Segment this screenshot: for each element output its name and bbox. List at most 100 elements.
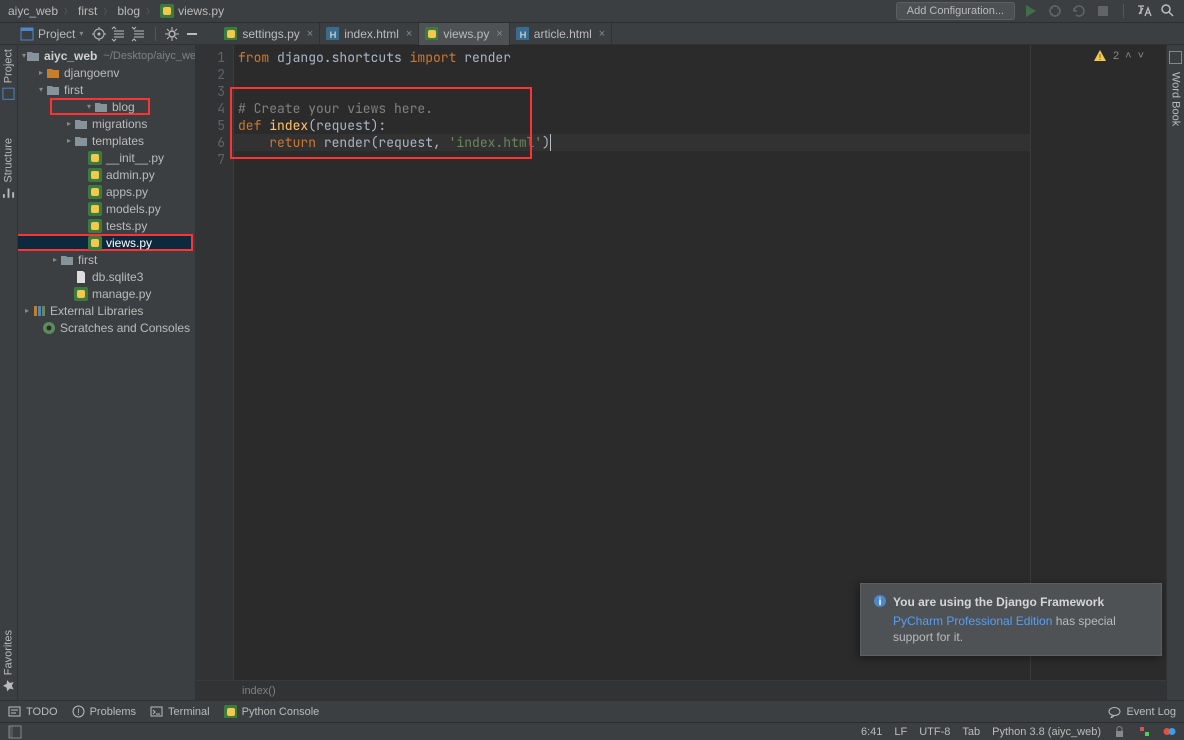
breadcrumb[interactable]: aiyc_web 〉 first 〉 blog 〉 views.py [8,4,892,18]
close-icon[interactable]: × [305,28,313,40]
line-ending[interactable]: LF [894,726,907,738]
close-icon[interactable]: × [494,28,502,40]
restart-icon[interactable] [1071,3,1087,19]
tree-apps[interactable]: • apps.py [18,183,195,200]
vtab-label: Favorites [3,630,15,675]
gutter: 1 2 3 4 5 6 7 [196,45,234,700]
inspection-indicator-icon[interactable] [1138,725,1151,738]
project-tool-tab[interactable]: Project [2,49,15,100]
todo-tool-button[interactable]: TODO [8,705,58,718]
tree-views[interactable]: • views.py [18,234,193,251]
database-tool-icon[interactable] [1169,51,1182,64]
tree-first2[interactable]: ▸ first [18,251,195,268]
encoding[interactable]: UTF-8 [919,726,950,738]
tree-manage[interactable]: • manage.py [18,285,195,302]
chevron-down-icon[interactable]: ▾ [36,85,46,94]
project-view-button[interactable]: Project ▾ [16,25,87,43]
tab-index-html[interactable]: index.html × [320,23,419,45]
python-file-icon [88,151,102,165]
stop-icon[interactable] [1095,3,1111,19]
chevron-right-icon[interactable]: ▸ [64,136,74,145]
code-line-current[interactable]: return render(request, 'index.html') [234,134,1030,151]
event-log-button[interactable]: Event Log [1108,705,1176,718]
hide-icon[interactable] [184,26,200,42]
code-line[interactable] [234,66,1030,83]
expand-all-icon[interactable] [111,26,127,42]
tree-hint: ~/Desktop/aiyc_we [103,50,196,62]
tree-first[interactable]: ▾ first [18,81,195,98]
tree-scratches[interactable]: • Scratches and Consoles [18,319,195,336]
chevron-up-icon[interactable]: ˄ [1125,50,1131,62]
tree-label: blog [112,100,135,114]
python-file-icon [88,202,102,216]
locate-icon[interactable] [91,26,107,42]
chevron-right-icon[interactable]: ▸ [64,119,74,128]
tree-label: tests.py [106,219,147,233]
tab-views-py[interactable]: views.py × [419,23,509,45]
close-icon[interactable]: × [597,28,605,40]
crumb-1[interactable]: first [78,4,97,18]
crumb-function[interactable]: index() [242,685,276,697]
translate-icon[interactable] [1136,3,1152,19]
inspection-widget[interactable]: 2 ˄ ˅ [1093,49,1144,63]
run-icon[interactable] [1023,3,1039,19]
python-interpreter[interactable]: Python 3.8 (aiyc_web) [992,726,1101,738]
project-tree[interactable]: ▾ aiyc_web ~/Desktop/aiyc_we ▸ djangoenv… [18,45,196,700]
tab-settings-py[interactable]: settings.py × [218,23,320,45]
tree-tests[interactable]: • tests.py [18,217,195,234]
tool-windows-icon[interactable] [8,725,22,739]
crumb-file[interactable]: views.py [160,4,224,18]
tab-article-html[interactable]: article.html × [510,23,612,45]
lock-icon[interactable] [1113,725,1126,738]
tree-label: apps.py [106,185,148,199]
framework-notification[interactable]: You are using the Django Framework PyCha… [860,583,1162,656]
search-icon[interactable] [1160,3,1176,19]
problems-tool-button[interactable]: ! Problems [72,705,136,718]
python-console-tool-button[interactable]: Python Console [224,705,320,718]
code-line[interactable] [234,83,1030,100]
tree-admin[interactable]: • admin.py [18,166,195,183]
editor-breadcrumb[interactable]: index() [196,680,1166,700]
folder-icon [46,66,60,80]
code-line[interactable] [234,151,1030,168]
pycharm-pro-link[interactable]: PyCharm Professional Edition [893,614,1052,628]
favorites-tool-tab[interactable]: Favorites [2,630,15,692]
add-configuration-button[interactable]: Add Configuration... [896,2,1015,20]
debug-icon[interactable] [1047,3,1063,19]
tree-djangoenv[interactable]: ▸ djangoenv [18,64,195,81]
chevron-right-icon[interactable]: ▸ [22,306,32,315]
tree-models[interactable]: • models.py [18,200,195,217]
ide-indicator-icon[interactable] [1163,725,1176,738]
indent-mode[interactable]: Tab [962,726,980,738]
bb-label: Python Console [242,706,320,718]
terminal-icon [150,705,163,718]
tree-label: __init__.py [106,151,164,165]
line-number: 1 [196,49,225,66]
chevron-right-icon[interactable]: ▸ [36,68,46,77]
close-icon[interactable]: × [404,28,412,40]
crumb-root[interactable]: aiyc_web [8,4,58,18]
code-line[interactable]: from django.shortcuts import render [234,49,1030,66]
chevron-right-icon[interactable]: ▸ [50,255,60,264]
wordbook-tool-tab[interactable]: Word Book [1170,72,1182,126]
tree-db[interactable]: • db.sqlite3 [18,268,195,285]
chevron-down-icon[interactable]: ˅ [1138,50,1144,62]
tree-label: migrations [92,117,147,131]
tree-label: views.py [106,236,152,250]
collapse-all-icon[interactable] [131,26,147,42]
tree-templates[interactable]: ▸ templates [18,132,195,149]
cursor-position[interactable]: 6:41 [861,726,882,738]
code-line[interactable]: # Create your views here. [234,100,1030,117]
tree-root[interactable]: ▾ aiyc_web ~/Desktop/aiyc_we [18,47,195,64]
tree-blog[interactable]: ▾ blog [50,98,150,115]
tree-init[interactable]: • __init__.py [18,149,195,166]
folder-icon [60,253,74,267]
terminal-tool-button[interactable]: Terminal [150,705,210,718]
tree-external-libraries[interactable]: ▸ External Libraries [18,302,195,319]
crumb-2[interactable]: blog [117,4,140,18]
structure-tool-tab[interactable]: Structure [2,138,15,200]
gear-icon[interactable] [164,26,180,42]
chevron-down-icon[interactable]: ▾ [84,102,94,111]
tree-migrations[interactable]: ▸ migrations [18,115,195,132]
code-line[interactable]: def index(request): [234,117,1030,134]
